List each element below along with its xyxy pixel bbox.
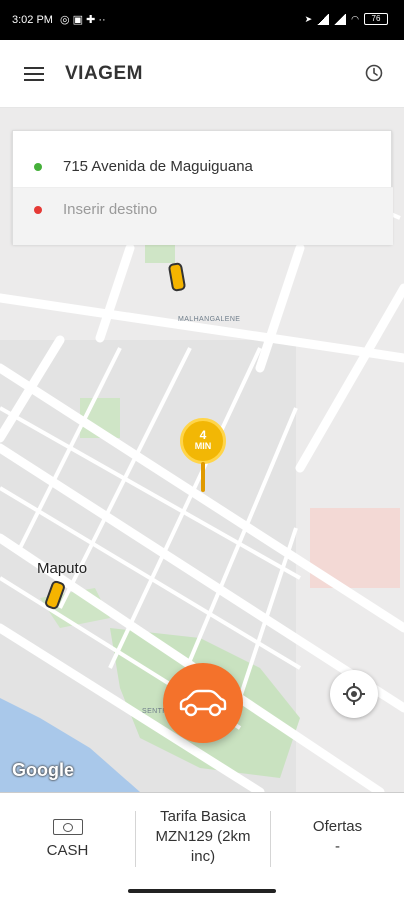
map-view[interactable]: MALHANGALENE Maputo SENTR 4 MIN 715 Aven… xyxy=(0,108,404,792)
history-clock-icon[interactable] xyxy=(364,63,384,83)
fare-button[interactable]: Tarifa Basica MZN129 (2km inc) xyxy=(136,807,270,867)
my-location-button[interactable] xyxy=(330,670,378,718)
gesture-nav-handle[interactable] xyxy=(128,889,276,893)
app-bar: VIAGEM xyxy=(0,40,404,108)
payment-label: CASH xyxy=(46,842,89,859)
notification-icons: ◎ ▣ ✚ ·· xyxy=(60,14,106,26)
bottom-bar: CASH Tarifa Basica MZN129 (2km inc) Ofer… xyxy=(0,792,404,900)
google-logo: Google xyxy=(12,760,74,780)
origin-field[interactable]: 715 Avenida de Maguiguana xyxy=(13,131,393,188)
eta-value: 4 xyxy=(199,428,207,442)
wifi-icon: ◠ xyxy=(351,13,359,24)
signal-icon xyxy=(317,13,330,25)
destination-field[interactable]: Inserir destino xyxy=(13,188,393,245)
route-card: 715 Avenida de Maguiguana Inserir destin… xyxy=(12,130,393,245)
pickup-eta-pin[interactable]: 4 MIN xyxy=(180,418,226,492)
offers-label: Ofertas xyxy=(312,818,363,835)
eta-unit: MIN xyxy=(194,441,212,451)
car-icon xyxy=(179,689,227,717)
fare-price: MZN129 (2km xyxy=(155,828,251,845)
status-time: 3:02 PM xyxy=(12,14,53,26)
menu-icon[interactable] xyxy=(24,67,44,81)
page-title: VIAGEM xyxy=(65,63,143,84)
pin-stem xyxy=(201,462,205,492)
battery-icon: 76 xyxy=(364,13,388,25)
destination-dot-icon xyxy=(34,206,42,214)
map-label-neighborhood: MALHANGALENE xyxy=(178,316,241,323)
origin-address: 715 Avenida de Maguiguana xyxy=(63,158,253,175)
offers-button[interactable]: Ofertas - xyxy=(271,817,404,877)
fare-title: Tarifa Basica xyxy=(160,808,246,825)
payment-cash-button[interactable]: CASH xyxy=(0,811,135,871)
status-right: ➤ ◠ 76 xyxy=(305,13,388,25)
origin-dot-icon xyxy=(34,163,42,171)
signal-icon-2 xyxy=(334,13,347,25)
destination-placeholder: Inserir destino xyxy=(63,201,158,218)
cash-icon xyxy=(52,819,83,835)
eta-badge: 4 MIN xyxy=(180,418,226,464)
fare-note: inc) xyxy=(190,848,216,865)
navigation-arrow-icon: ➤ xyxy=(304,13,313,24)
map-label-city: Maputo xyxy=(37,560,88,577)
request-ride-button[interactable] xyxy=(163,663,243,743)
offers-value: - xyxy=(335,838,340,855)
status-bar: 3:02 PM ◎ ▣ ✚ ·· ➤ ◠ 76 xyxy=(0,0,404,40)
crosshair-icon xyxy=(343,683,365,705)
